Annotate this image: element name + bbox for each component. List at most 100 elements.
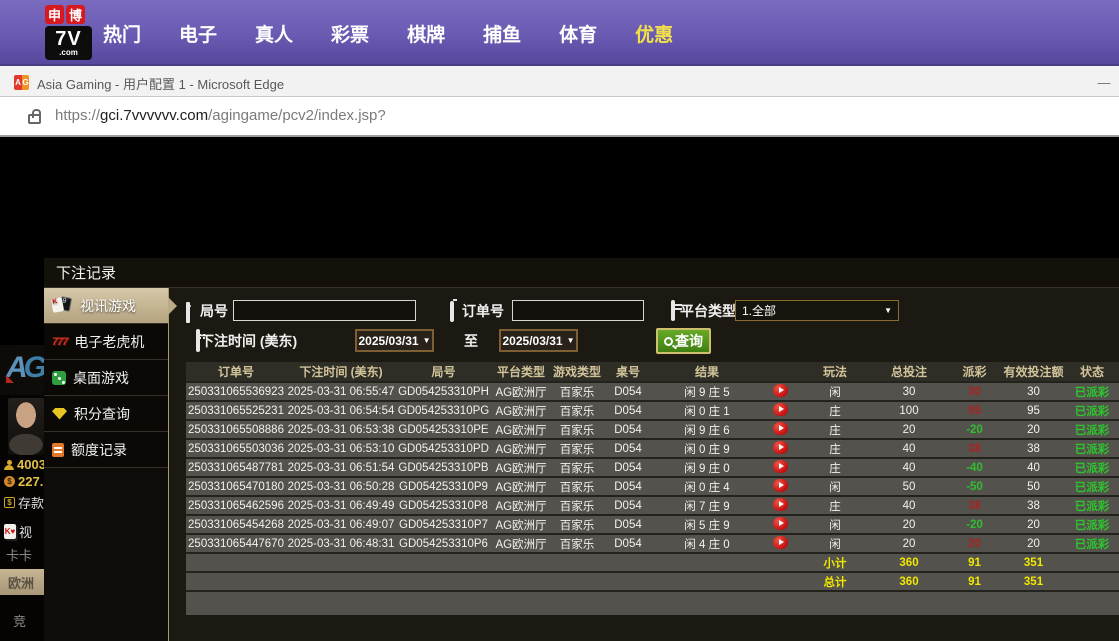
rail-item-jing[interactable]: 竞 xyxy=(13,611,26,630)
cell-valid-bet: 30 xyxy=(1002,382,1065,401)
empty-row xyxy=(186,591,1119,615)
summary-payout: 91 xyxy=(947,572,1002,591)
rail-video-tab[interactable]: K♥视 xyxy=(4,522,32,541)
playing-card-icon: K♥ xyxy=(4,524,16,539)
nav-item-slots[interactable]: 电子 xyxy=(179,20,217,47)
cell-round-no: GD054253310P8 xyxy=(396,496,491,515)
cell-status: 已派彩 xyxy=(1065,439,1119,458)
cell-result: 闲 9 庄 0 xyxy=(653,458,761,477)
cell-table-no: D054 xyxy=(603,401,653,420)
query-button[interactable]: 查询 xyxy=(656,328,711,354)
cell-order-no: 250331065503036 xyxy=(186,439,286,458)
logo-7v: 7V .com xyxy=(45,26,92,60)
url-path: /agingame/pcv2/index.jsp? xyxy=(208,107,386,124)
logo-badge-bo: 博 xyxy=(66,5,85,24)
nav-item-lottery[interactable]: 彩票 xyxy=(331,20,369,47)
replay-button[interactable] xyxy=(773,460,788,473)
cell-result: 闲 9 庄 5 xyxy=(653,382,761,401)
minimize-button[interactable]: — xyxy=(1092,72,1116,92)
cell-order-no: 250331065487781 xyxy=(186,458,286,477)
column-header xyxy=(761,362,799,382)
replay-button[interactable] xyxy=(773,517,788,530)
sidebar-item-label: 视讯游戏 xyxy=(80,296,136,316)
summary-label: 总计 xyxy=(799,572,871,591)
sidebar-item-points-query[interactable]: 积分查询 xyxy=(44,396,168,432)
cell-bet-time: 2025-03-31 06:53:38 xyxy=(286,420,396,439)
nav-item-promo[interactable]: 优惠 xyxy=(635,20,673,47)
cell-payout: 95 xyxy=(947,401,1002,420)
sidebar-item-table-games[interactable]: 桌面游戏 xyxy=(44,360,168,396)
cell-order-no: 250331065525231 xyxy=(186,401,286,420)
rail-user-count: 4003 xyxy=(4,457,44,472)
cell-replay xyxy=(761,515,799,534)
cell-order-no: 250331065462596 xyxy=(186,496,286,515)
cell-status: 已派彩 xyxy=(1065,382,1119,401)
cell-valid-bet: 20 xyxy=(1002,420,1065,439)
url-text[interactable]: https://gci.7vvvvvv.com/agingame/pcv2/in… xyxy=(55,107,386,124)
cell-round-no: GD054253310PB xyxy=(396,458,491,477)
cell-platform: AG欧洲厅 xyxy=(491,420,551,439)
cell-round-no: GD054253310PG xyxy=(396,401,491,420)
date-from-select[interactable]: 2025/03/31 ▼ xyxy=(355,329,434,352)
replay-button[interactable] xyxy=(773,479,788,492)
sidebar-item-slot-machines[interactable]: 777 电子老虎机 xyxy=(44,324,168,360)
cell-total-bet: 30 xyxy=(871,382,947,401)
empty-cell xyxy=(186,591,1119,615)
nav-item-hot[interactable]: 热门 xyxy=(103,20,141,47)
platform-type-label: 平台类型 xyxy=(680,301,736,321)
sidebar-item-label: 额度记录 xyxy=(71,440,127,460)
cell-payout: -20 xyxy=(947,515,1002,534)
rail-item-kaka[interactable]: 卡卡 xyxy=(6,545,32,564)
cell-platform: AG欧洲厅 xyxy=(491,382,551,401)
sidebar-item-credit-records[interactable]: 额度记录 xyxy=(44,432,168,468)
cell-table-no: D054 xyxy=(603,420,653,439)
nav-item-sports[interactable]: 体育 xyxy=(559,20,597,47)
cell-table-no: D054 xyxy=(603,515,653,534)
cell-game-type: 百家乐 xyxy=(551,382,603,401)
cell-status: 已派彩 xyxy=(1065,458,1119,477)
summary-spacer xyxy=(186,553,799,572)
nav-item-boardgames[interactable]: 棋牌 xyxy=(407,20,445,47)
rail-item-europe-active[interactable]: 欧洲 xyxy=(0,569,44,595)
cell-game-type: 百家乐 xyxy=(551,401,603,420)
lock-icon[interactable] xyxy=(28,114,41,124)
cell-table-no: D054 xyxy=(603,477,653,496)
cell-bet-side: 庄 xyxy=(799,439,871,458)
replay-button[interactable] xyxy=(773,403,788,416)
cards-icon: 9K xyxy=(52,297,73,314)
date-from-value: 2025/03/31 xyxy=(359,334,419,348)
summary-valid-bet: 351 xyxy=(1002,553,1065,572)
clipboard-icon xyxy=(450,301,454,322)
cell-table-no: D054 xyxy=(603,439,653,458)
replay-button[interactable] xyxy=(773,498,788,511)
cell-game-type: 百家乐 xyxy=(551,439,603,458)
rail-deposit[interactable]: $存款 xyxy=(4,493,44,512)
cell-bet-time: 2025-03-31 06:48:31 xyxy=(286,534,396,553)
replay-button[interactable] xyxy=(773,441,788,454)
sidebar-item-video-games[interactable]: 9K 视讯游戏 xyxy=(44,288,168,324)
table-row: 2503310655369232025-03-31 06:55:47GD0542… xyxy=(186,382,1119,401)
replay-button[interactable] xyxy=(773,536,788,549)
nav-item-live[interactable]: 真人 xyxy=(255,20,293,47)
cell-status: 已派彩 xyxy=(1065,534,1119,553)
site-logo[interactable]: 申 博 7V .com xyxy=(45,5,95,60)
replay-button[interactable] xyxy=(773,422,788,435)
sidebar-item-label: 积分查询 xyxy=(74,404,130,424)
order-no-input[interactable] xyxy=(512,300,644,321)
round-no-input[interactable] xyxy=(233,300,416,321)
ledger-icon xyxy=(52,443,64,457)
nav-item-fishing[interactable]: 捕鱼 xyxy=(483,20,521,47)
summary-total-bet: 360 xyxy=(871,553,947,572)
search-icon xyxy=(664,337,673,346)
table-row: 2503310655030362025-03-31 06:53:10GD0542… xyxy=(186,439,1119,458)
platform-type-select[interactable]: 1.全部 ▼ xyxy=(735,300,899,321)
ag-logo: AG xyxy=(6,351,47,385)
records-header-row: 订单号下注时间 (美东)局号平台类型游戏类型桌号结果玩法总投注派彩有效投注额状态 xyxy=(186,362,1119,382)
cell-bet-side: 庄 xyxy=(799,458,871,477)
avatar[interactable] xyxy=(8,398,44,455)
to-label: 至 xyxy=(464,331,478,351)
summary-valid-bet: 351 xyxy=(1002,572,1065,591)
cell-game-type: 百家乐 xyxy=(551,496,603,515)
replay-button[interactable] xyxy=(773,384,788,397)
date-to-select[interactable]: 2025/03/31 ▼ xyxy=(499,329,578,352)
